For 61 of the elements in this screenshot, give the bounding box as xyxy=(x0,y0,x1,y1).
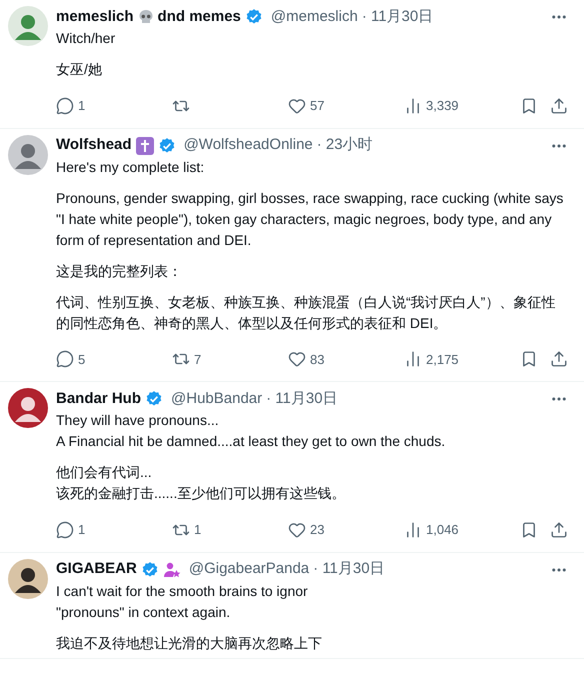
view-count: 1,046 xyxy=(426,521,459,539)
repost-count: 7 xyxy=(194,350,202,368)
like-icon[interactable] xyxy=(288,96,306,115)
reply-count: 5 xyxy=(78,350,86,368)
bookmark-icon[interactable] xyxy=(520,520,538,539)
like-count: 23 xyxy=(310,521,324,539)
view-count: 3,339 xyxy=(426,97,459,115)
avatar[interactable] xyxy=(8,388,48,428)
post-time[interactable]: · 11月30日 xyxy=(362,6,434,28)
like-count: 83 xyxy=(310,350,324,368)
author-name[interactable]: Wolfshead xyxy=(56,134,132,157)
like-count: 57 xyxy=(310,97,324,115)
reply-icon[interactable] xyxy=(56,96,74,115)
like-icon[interactable] xyxy=(288,520,306,539)
author-name[interactable]: GIGABEAR xyxy=(56,558,137,581)
verified-badge-icon xyxy=(145,390,164,408)
post-text: A Financial hit be damned....at least they get to own the chuds. xyxy=(56,432,446,451)
person-star-icon xyxy=(162,560,181,578)
post-text: 这是我的完整列表： xyxy=(56,262,183,280)
views-icon[interactable] xyxy=(404,96,422,115)
post-text: Pronouns, gender swapping, girl bosses, race swapping, race cucking (white says "I hate white people"), token gay characters, magic negroes, body type, and any form of representation and DEI. xyxy=(56,188,564,250)
bookmark-icon[interactable] xyxy=(520,350,538,368)
post-text: They will have pronouns... xyxy=(56,411,220,430)
views-icon[interactable] xyxy=(404,350,422,368)
author-handle[interactable]: @GigabearPanda xyxy=(188,558,310,581)
reply-icon[interactable] xyxy=(56,520,74,539)
reply-icon[interactable] xyxy=(56,350,74,368)
reply-count: 1 xyxy=(78,97,86,115)
author-handle[interactable]: @HubBandar xyxy=(171,388,262,410)
cross-icon xyxy=(136,136,154,154)
repost-count: 1 xyxy=(194,521,202,539)
share-icon[interactable] xyxy=(550,96,568,115)
verified-badge-icon xyxy=(158,136,176,154)
share-icon[interactable] xyxy=(550,520,568,539)
author-handle[interactable]: @memeslich xyxy=(270,6,358,28)
bookmark-icon[interactable] xyxy=(520,96,538,115)
post-text: 代词、性别互换、女老板、种族互换、种族混蛋（白人说“我讨厌白人”）、象征性的同性恋角色、神奇的黑人、体型以及任何形式的表征和 DEI。 xyxy=(56,292,556,332)
post-text: I can't wait for the smooth brains to ignor xyxy=(56,582,309,601)
post-text: Witch/her xyxy=(56,29,116,48)
post-text: 该死的金融打击......至少他们可以拥有这些钱。 xyxy=(56,484,346,503)
reply-count: 1 xyxy=(78,521,86,539)
author-name[interactable]: Bandar Hub xyxy=(56,388,142,410)
verified-badge-icon xyxy=(140,560,159,578)
post-text: 女巫/她 xyxy=(56,60,103,79)
post-text: "pronouns" in context again. xyxy=(56,602,232,622)
author-name[interactable]: memeslich xyxy=(56,6,134,28)
view-count: 2,175 xyxy=(426,350,459,368)
avatar[interactable] xyxy=(8,558,48,598)
skull-icon xyxy=(138,8,154,26)
post-text: 他们会有代词... xyxy=(56,463,153,482)
post-time[interactable]: · 23小时 xyxy=(316,134,373,157)
like-icon[interactable] xyxy=(288,350,306,368)
author-handle[interactable]: @WolfsheadOnline xyxy=(184,134,313,157)
post-time[interactable]: · 11月30日 xyxy=(266,388,338,410)
post-text: 我迫不及待地想让光滑的大脑再次忽略上下 xyxy=(56,634,323,652)
verified-badge-icon xyxy=(244,8,263,26)
views-icon[interactable] xyxy=(404,520,422,539)
post-time[interactable]: · 11月30日 xyxy=(313,558,385,581)
post-text: Here's my complete list: xyxy=(56,158,206,177)
share-icon[interactable] xyxy=(550,350,568,368)
author-name[interactable]: dnd memes xyxy=(158,6,241,28)
